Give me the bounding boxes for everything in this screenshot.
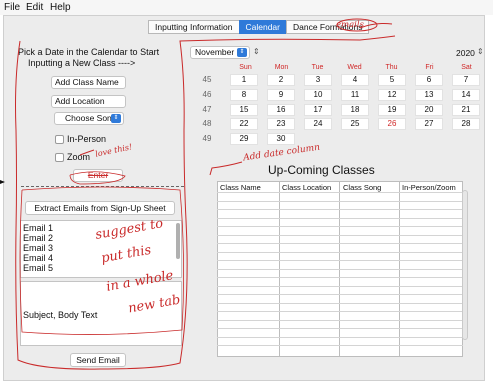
annotation-loop bbox=[15, 35, 396, 370]
date-column-arrow bbox=[209, 161, 243, 176]
annotation-strokes bbox=[0, 18, 396, 370]
lower-section-circle bbox=[19, 186, 184, 335]
enter-circle bbox=[69, 171, 126, 185]
love-this-arrow bbox=[79, 149, 95, 156]
pointer-arrow-icon bbox=[0, 180, 5, 184]
